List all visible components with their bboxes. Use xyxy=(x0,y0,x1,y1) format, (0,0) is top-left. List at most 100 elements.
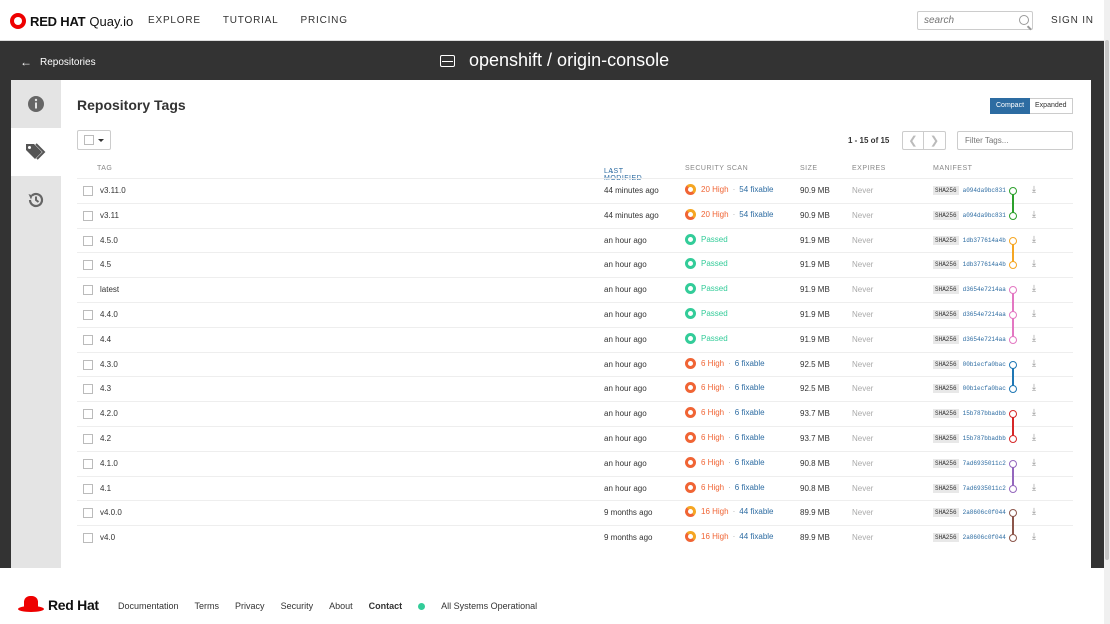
scan-high-count[interactable]: 6 High xyxy=(701,408,724,417)
security-scan-cell[interactable]: Passed xyxy=(685,307,728,319)
tag-name[interactable]: v4.0 xyxy=(100,533,115,542)
scan-high-count[interactable]: 6 High xyxy=(701,433,724,442)
download-icon[interactable]: ⤓ xyxy=(1032,531,1036,542)
scan-fixable-count[interactable]: 44 fixable xyxy=(739,532,773,541)
manifest-digest[interactable]: 2a8606c0f044 xyxy=(963,534,1006,541)
download-icon[interactable]: ⤓ xyxy=(1032,184,1036,195)
tag-name[interactable]: v4.0.0 xyxy=(100,508,122,517)
tag-name[interactable]: 4.3 xyxy=(100,384,111,393)
row-checkbox[interactable] xyxy=(83,285,93,296)
manifest-digest[interactable]: 7ad6935011c2 xyxy=(963,485,1006,492)
row-checkbox[interactable] xyxy=(83,458,93,469)
download-icon[interactable]: ⤓ xyxy=(1032,382,1036,393)
footer-link-about[interactable]: About xyxy=(329,601,353,611)
scan-fixable-count[interactable]: 6 fixable xyxy=(735,383,765,392)
manifest-digest[interactable]: a094da9bc831 xyxy=(963,212,1006,219)
download-icon[interactable]: ⤓ xyxy=(1032,506,1036,517)
expires[interactable]: Never xyxy=(852,459,873,468)
row-checkbox[interactable] xyxy=(83,508,93,519)
row-checkbox[interactable] xyxy=(83,186,93,196)
scan-fixable-count[interactable]: 6 fixable xyxy=(735,483,765,492)
security-scan-cell[interactable]: Passed xyxy=(685,332,728,344)
view-expanded-button[interactable]: Expanded xyxy=(1030,98,1073,114)
scan-fixable-count[interactable]: 6 fixable xyxy=(735,458,765,467)
row-checkbox[interactable] xyxy=(83,260,93,271)
row-checkbox[interactable] xyxy=(83,235,93,246)
row-checkbox[interactable] xyxy=(83,483,93,494)
download-icon[interactable]: ⤓ xyxy=(1032,209,1036,220)
tag-name[interactable]: v3.11 xyxy=(100,211,119,220)
expires[interactable]: Never xyxy=(852,236,873,245)
expires[interactable]: Never xyxy=(852,260,873,269)
search-icon[interactable] xyxy=(1019,15,1029,25)
select-all-checkbox[interactable] xyxy=(84,135,94,145)
signin-link[interactable]: SIGN IN xyxy=(1051,15,1094,26)
manifest-digest[interactable]: 2a8606c0f044 xyxy=(963,509,1006,516)
download-icon[interactable]: ⤓ xyxy=(1032,333,1036,344)
download-icon[interactable]: ⤓ xyxy=(1032,283,1036,294)
expires[interactable]: Never xyxy=(852,484,873,493)
security-scan-cell[interactable]: Passed xyxy=(685,283,728,295)
col-size[interactable]: SIZE xyxy=(800,165,818,172)
tag-name[interactable]: v3.11.0 xyxy=(100,186,126,195)
scan-fixable-count[interactable]: 54 fixable xyxy=(739,185,773,194)
scan-fixable-count[interactable]: 44 fixable xyxy=(739,507,773,516)
scan-high-count[interactable]: 6 High xyxy=(701,458,724,467)
expires[interactable]: Never xyxy=(852,285,873,294)
brand-logo[interactable]: RED HAT Quay.io xyxy=(10,13,133,29)
expires[interactable]: Never xyxy=(852,211,873,220)
manifest-digest[interactable]: 00b1ecfa0bac xyxy=(963,385,1006,392)
tag-name[interactable]: 4.5 xyxy=(100,260,111,269)
nav-tutorial[interactable]: TUTORIAL xyxy=(223,15,279,26)
scan-high-count[interactable]: 6 High xyxy=(701,359,724,368)
row-checkbox[interactable] xyxy=(83,309,93,320)
back-to-repositories[interactable]: ← Repositories xyxy=(20,55,96,69)
manifest-digest[interactable]: 15b787bbadbb xyxy=(963,410,1006,417)
footer-link-contact[interactable]: Contact xyxy=(369,601,403,611)
select-all-dropdown[interactable] xyxy=(77,130,111,150)
expires[interactable]: Never xyxy=(852,360,873,369)
manifest-digest[interactable]: 7ad6935011c2 xyxy=(963,460,1006,467)
tag-name[interactable]: latest xyxy=(100,285,119,294)
filter-tags-input[interactable] xyxy=(957,131,1073,150)
manifest-digest[interactable]: 1db377614a4b xyxy=(963,237,1006,244)
scan-high-count[interactable]: 20 High xyxy=(701,185,729,194)
scan-high-count[interactable]: 16 High xyxy=(701,507,729,516)
sidebar-item-tags[interactable] xyxy=(11,128,61,176)
scan-high-count[interactable]: 16 High xyxy=(701,532,729,541)
scan-high-count[interactable]: 6 High xyxy=(701,483,724,492)
tag-name[interactable]: 4.4.0 xyxy=(100,310,118,319)
page-scrollbar[interactable] xyxy=(1104,0,1110,624)
manifest-digest[interactable]: d3654e7214aa xyxy=(963,286,1006,293)
expires[interactable]: Never xyxy=(852,310,873,319)
manifest-digest[interactable]: 1db377614a4b xyxy=(963,261,1006,268)
col-manifest[interactable]: MANIFEST xyxy=(933,165,972,172)
download-icon[interactable]: ⤓ xyxy=(1032,407,1036,418)
scan-high-count[interactable]: 20 High xyxy=(701,210,729,219)
expires[interactable]: Never xyxy=(852,533,873,542)
download-icon[interactable]: ⤓ xyxy=(1032,234,1036,245)
manifest-digest[interactable]: a094da9bc831 xyxy=(963,187,1006,194)
expires[interactable]: Never xyxy=(852,508,873,517)
security-scan-cell[interactable]: Passed xyxy=(685,258,728,270)
footer-logo[interactable]: Red Hat xyxy=(18,596,99,614)
next-page-button[interactable]: ❯ xyxy=(924,131,946,150)
expires[interactable]: Never xyxy=(852,434,873,443)
tag-name[interactable]: 4.1.0 xyxy=(100,459,118,468)
tag-name[interactable]: 4.4 xyxy=(100,335,111,344)
footer-link-security[interactable]: Security xyxy=(281,601,314,611)
expires[interactable]: Never xyxy=(852,335,873,344)
row-checkbox[interactable] xyxy=(83,433,93,444)
expires[interactable]: Never xyxy=(852,409,873,418)
row-checkbox[interactable] xyxy=(83,334,93,345)
row-checkbox[interactable] xyxy=(83,359,93,370)
expires[interactable]: Never xyxy=(852,384,873,393)
tag-name[interactable]: 4.2.0 xyxy=(100,409,118,418)
row-checkbox[interactable] xyxy=(83,533,93,544)
search-input[interactable] xyxy=(918,12,1014,29)
tag-name[interactable]: 4.5.0 xyxy=(100,236,118,245)
download-icon[interactable]: ⤓ xyxy=(1032,432,1036,443)
col-security-scan[interactable]: SECURITY SCAN xyxy=(685,165,748,172)
scan-fixable-count[interactable]: 6 fixable xyxy=(735,359,765,368)
expires[interactable]: Never xyxy=(852,186,873,195)
